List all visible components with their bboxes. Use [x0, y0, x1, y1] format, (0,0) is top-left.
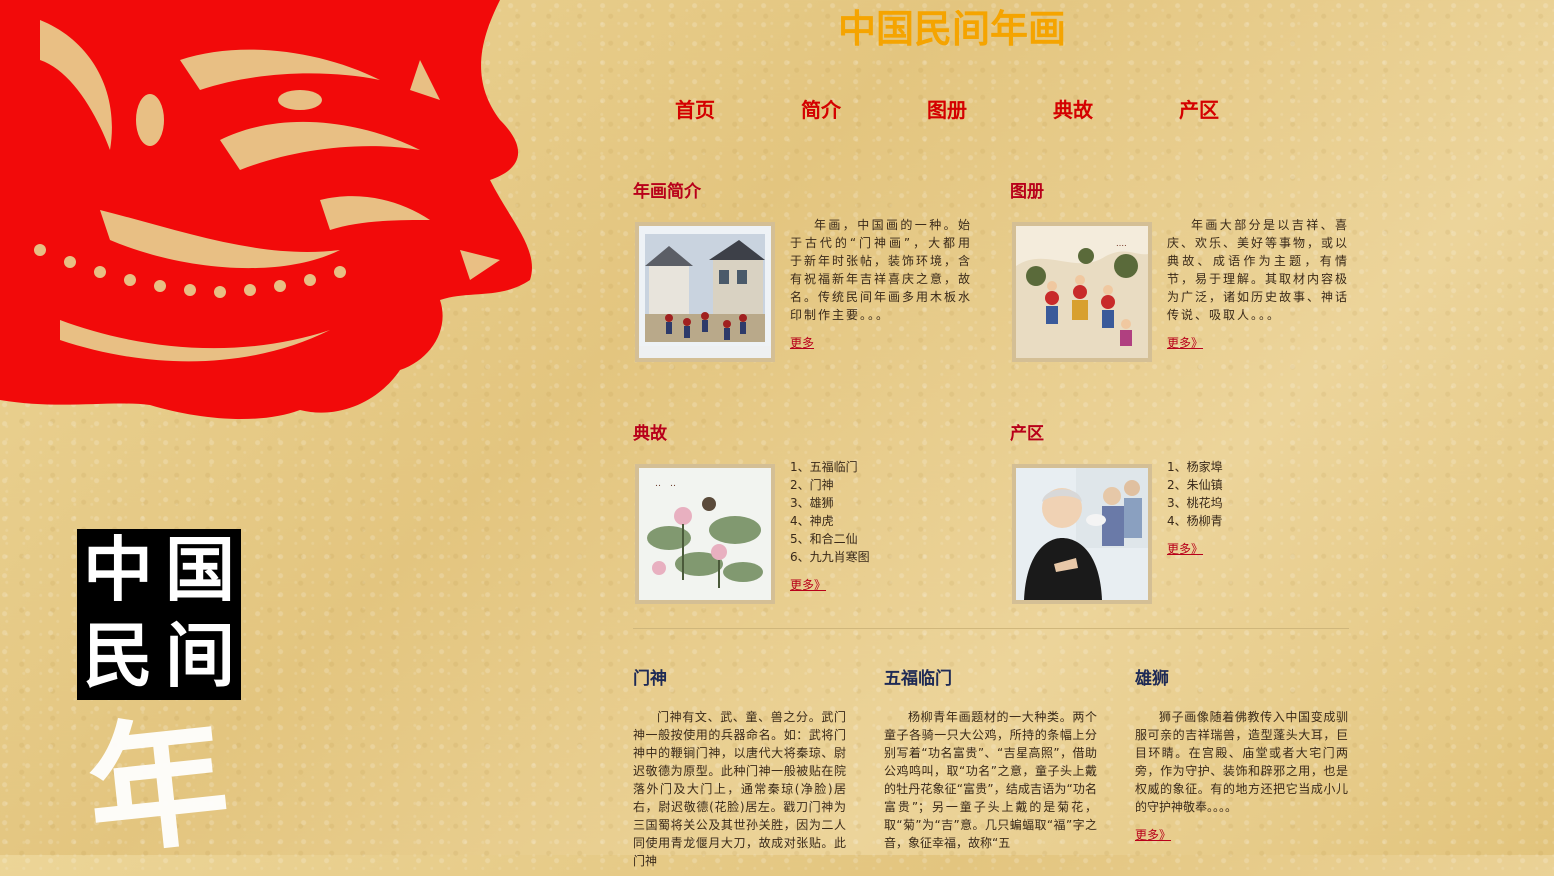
column-body: 门神有文、武、童、兽之分。武门神一般按使用的兵器命名。如：武将门神中的鞭锏门神，… — [633, 708, 846, 870]
calligraphy-nian: 年 — [79, 698, 237, 876]
svg-text:‥‥: ‥‥ — [1116, 239, 1127, 248]
story-item[interactable]: 4、神虎 — [790, 514, 834, 528]
story-item[interactable]: 5、和合二仙 — [790, 532, 858, 546]
stories-thumbnail[interactable]: ‥ ‥ — [635, 464, 775, 604]
menshen-column: 门神 门神有文、武、童、兽之分。武门神一般按使用的兵器命名。如：武将门神中的鞭锏… — [633, 666, 846, 870]
stories-title: 典故 — [633, 424, 667, 444]
column-title: 门神 — [633, 669, 667, 689]
intro-thumbnail[interactable] — [635, 222, 775, 362]
lion-more-link[interactable]: 更多》 — [1135, 826, 1171, 844]
lotus-painting-image: ‥ ‥ — [639, 468, 771, 600]
intro-more-link[interactable]: 更多 — [790, 334, 814, 352]
street-scene-image — [639, 226, 771, 358]
region-item[interactable]: 2、朱仙镇 — [1167, 478, 1223, 492]
nav-album[interactable]: 图册 — [884, 96, 1010, 124]
nav-regions[interactable]: 产区 — [1136, 96, 1262, 124]
album-text-block: 年画大部分是以吉祥、喜庆、欢乐、美好等事物，或以典故、成语作为主题，有情节，易于… — [1167, 216, 1349, 352]
regions-title: 产区 — [1010, 424, 1044, 444]
papercut-decoration — [0, 0, 532, 420]
region-item[interactable]: 3、桃花坞 — [1167, 496, 1223, 510]
story-item[interactable]: 6、九九肖寒图 — [790, 550, 870, 564]
svg-text:‥ ‥: ‥ ‥ — [655, 479, 676, 489]
column-body: 杨柳青年画题材的一大种类。两个童子各骑一只大公鸡，所持的条幅上分别写着“功名富贵… — [884, 708, 1097, 852]
album-more-link[interactable]: 更多》 — [1167, 334, 1203, 352]
section-divider — [633, 628, 1349, 629]
story-item[interactable]: 1、五福临门 — [790, 460, 858, 474]
regions-more-link[interactable]: 更多》 — [1167, 540, 1203, 558]
intro-text-block: 年画，中国画的一种。始于古代的“门神画”，大都用于新年时张帖，装饰环境，含有祝福… — [790, 216, 972, 352]
wufu-column: 五福临门 杨柳青年画题材的一大种类。两个童子各骑一只大公鸡，所持的条幅上分别写着… — [884, 666, 1097, 852]
seal-char: 国 — [165, 528, 235, 611]
stories-more-link[interactable]: 更多》 — [790, 576, 826, 594]
main-nav: 首页 简介 图册 典故 产区 — [632, 96, 1262, 124]
seal-char: 中 — [83, 528, 153, 611]
site-title: 中国民间年画 — [838, 7, 1067, 51]
seal-char: 民 — [83, 613, 153, 697]
children-painting-image: ‥‥ — [1016, 226, 1148, 358]
column-text: 狮子画像随着佛教传入中国变成驯服可亲的吉祥瑞兽，造型蓬头大耳，巨目环睛。在宫殿、… — [1135, 710, 1348, 814]
regions-list: 1、杨家埠 2、朱仙镇 3、桃花坞 4、杨柳青 — [1167, 458, 1349, 530]
regions-section: 产区 1、杨家埠 2、朱仙镇 3、桃花坞 4、杨柳青 更多》 — [1010, 422, 1350, 622]
album-text: 年画大部分是以吉祥、喜庆、欢乐、美好等事物，或以典故、成语作为主题，有情节，易于… — [1167, 218, 1350, 322]
column-title: 雄狮 — [1135, 669, 1169, 689]
nav-intro[interactable]: 简介 — [758, 96, 884, 124]
album-section: 图册 ‥‥ 年画大部分是以吉祥、喜庆、欢乐、美好等事物，或以典故、成语作为主题，… — [1010, 180, 1350, 380]
column-title: 五福临门 — [884, 669, 952, 689]
seal-char: 间 — [165, 613, 235, 697]
regions-thumbnail[interactable] — [1012, 464, 1152, 604]
stories-section: 典故 ‥ ‥ 1、五福临门 2、门神 3、雄狮 4、神虎 5、和合二仙 6、九九… — [633, 422, 973, 622]
column-text: 杨柳青年画题材的一大种类。两个童子各骑一只大公鸡，所持的条幅上分别写着“功名富贵… — [884, 710, 1097, 850]
regions-text-block: 1、杨家埠 2、朱仙镇 3、桃花坞 4、杨柳青 更多》 — [1167, 458, 1349, 558]
album-title: 图册 — [1010, 182, 1044, 202]
intro-title: 年画简介 — [633, 182, 701, 202]
column-text: 门神有文、武、童、兽之分。武门神一般按使用的兵器命名。如：武将门神中的鞭锏门神，… — [633, 710, 846, 868]
column-body: 狮子画像随着佛教传入中国变成驯服可亲的吉祥瑞兽，造型蓬头大耳，巨目环睛。在宫殿、… — [1135, 708, 1348, 844]
artist-portrait-image — [1016, 468, 1148, 600]
story-item[interactable]: 2、门神 — [790, 478, 834, 492]
nav-stories[interactable]: 典故 — [1010, 96, 1136, 124]
nav-home[interactable]: 首页 — [632, 96, 758, 124]
lion-column: 雄狮 狮子画像随着佛教传入中国变成驯服可亲的吉祥瑞兽，造型蓬头大耳，巨目环睛。在… — [1135, 666, 1348, 844]
region-item[interactable]: 1、杨家埠 — [1167, 460, 1223, 474]
story-item[interactable]: 3、雄狮 — [790, 496, 834, 510]
stories-text-block: 1、五福临门 2、门神 3、雄狮 4、神虎 5、和合二仙 6、九九肖寒图 更多》 — [790, 458, 972, 594]
intro-section: 年画简介 年画，中国画的一种。始于古代的“门神画”，大都用于新年时张帖，装饰环境… — [633, 180, 973, 380]
chinese-folk-seal: 中 国 民 间 — [77, 529, 241, 700]
intro-text: 年画，中国画的一种。始于古代的“门神画”，大都用于新年时张帖，装饰环境，含有祝福… — [790, 218, 973, 322]
region-item[interactable]: 4、杨柳青 — [1167, 514, 1223, 528]
album-thumbnail[interactable]: ‥‥ — [1012, 222, 1152, 362]
stories-list: 1、五福临门 2、门神 3、雄狮 4、神虎 5、和合二仙 6、九九肖寒图 — [790, 458, 972, 566]
